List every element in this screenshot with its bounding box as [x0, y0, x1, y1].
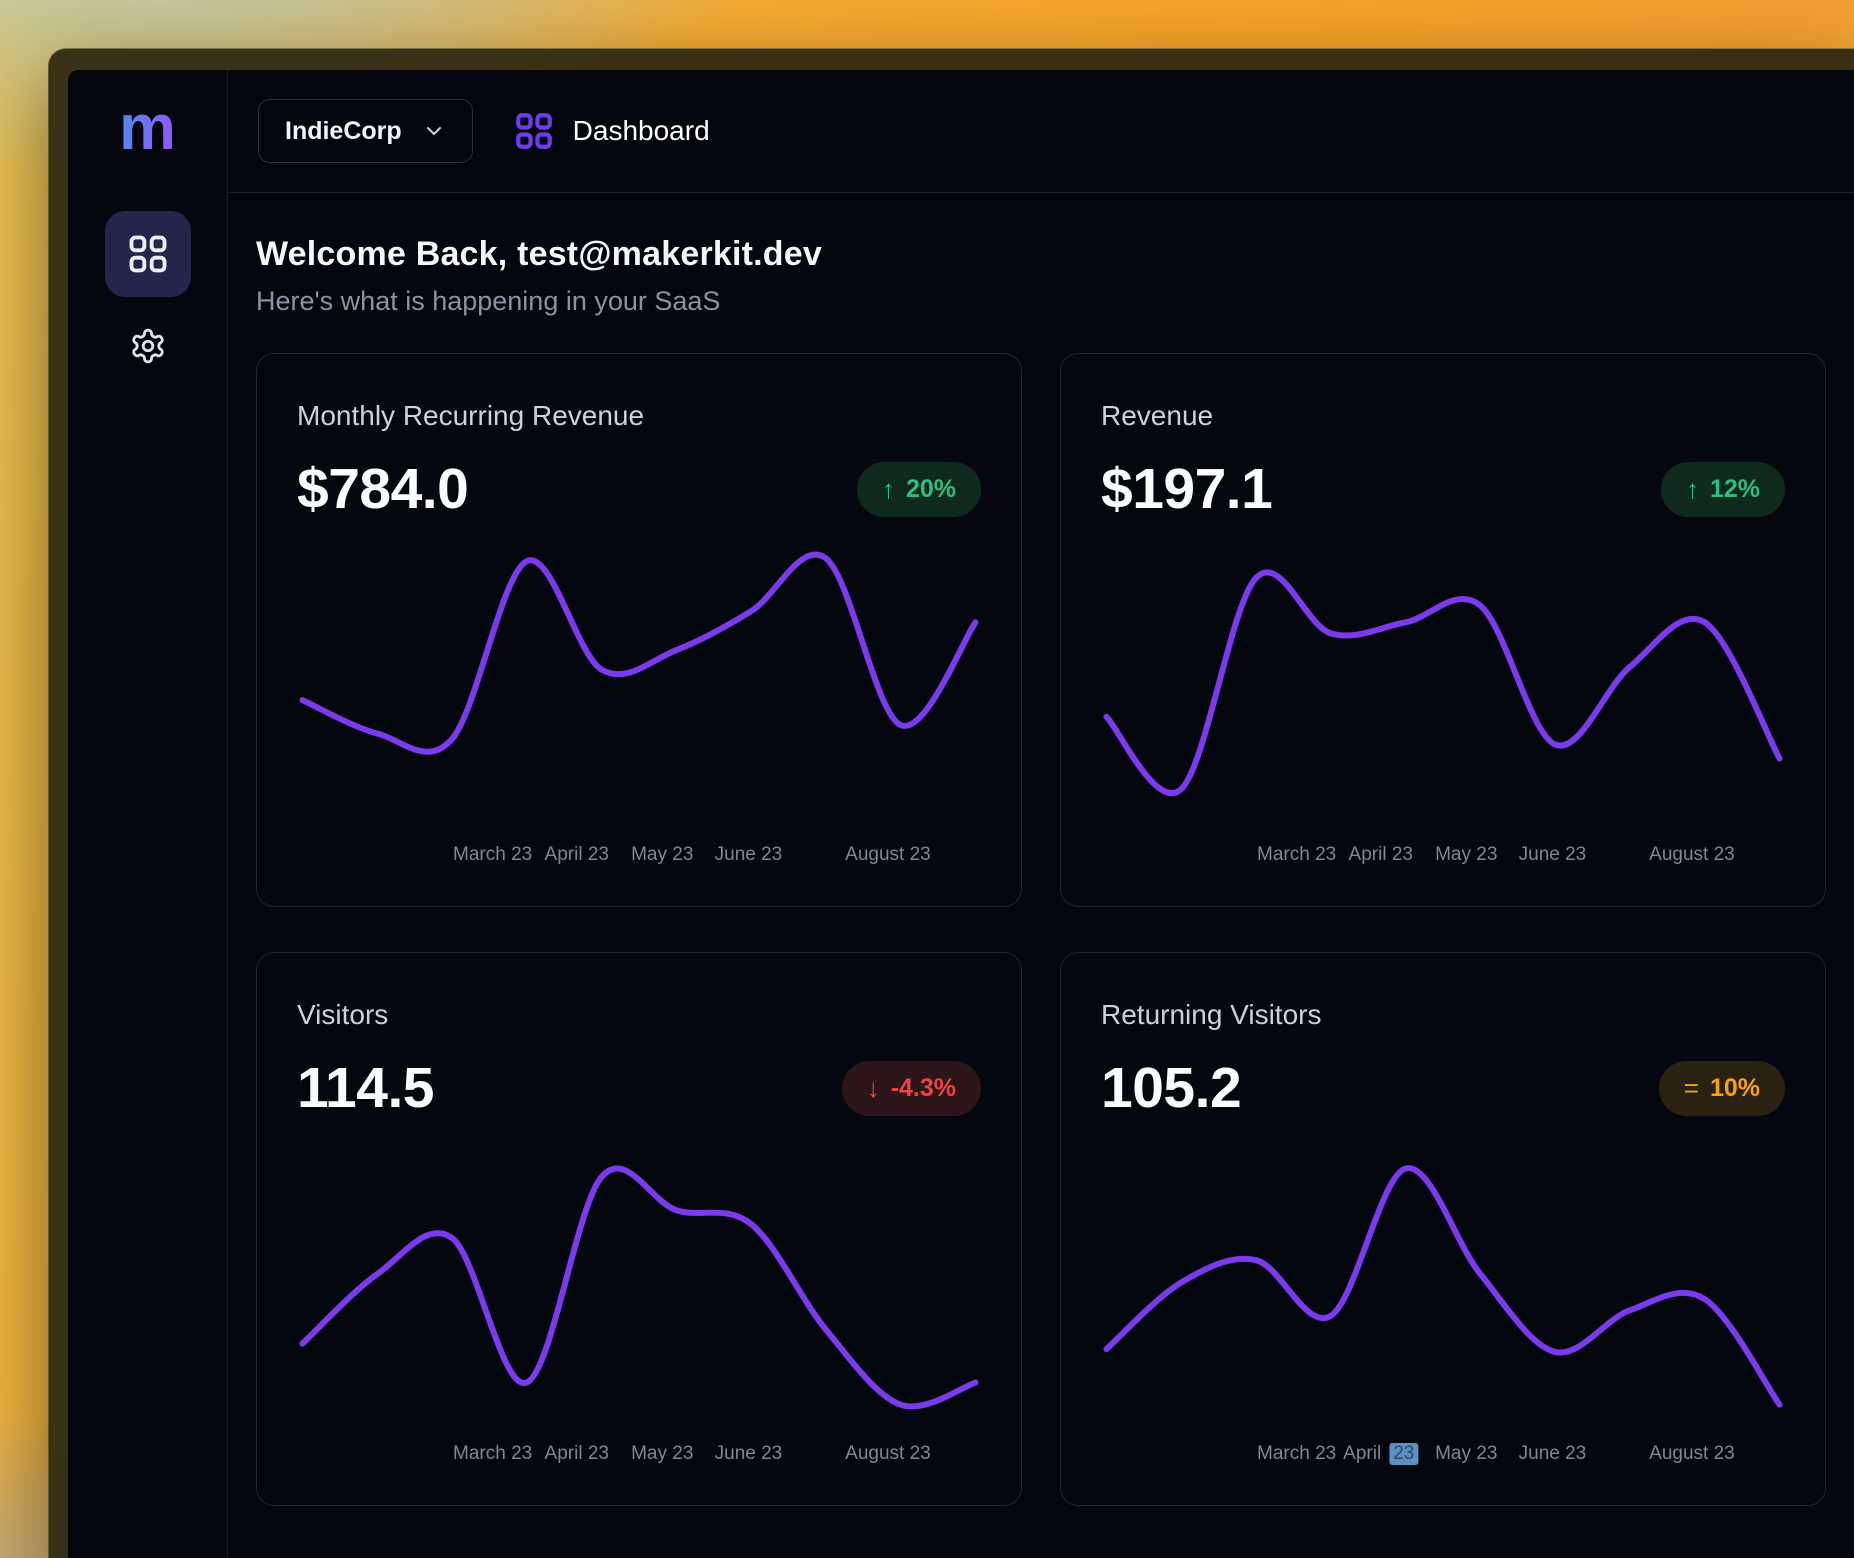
- grid-icon: [126, 232, 170, 276]
- trend-down-icon: ↓: [867, 1075, 880, 1101]
- breadcrumb: Dashboard: [513, 110, 710, 152]
- x-axis-label: August 23: [1649, 1443, 1735, 1465]
- trend-flat-icon: =: [1684, 1075, 1699, 1101]
- dashboard-content: Welcome Back, test@makerkit.dev Here's w…: [228, 193, 1854, 1558]
- card-returning-visitors: Returning Visitors 105.2 = 10% March 23 A…: [1060, 952, 1826, 1506]
- sidebar-item-settings[interactable]: [129, 327, 167, 365]
- trend-badge: ↑ 20%: [857, 462, 981, 517]
- chart-line: [302, 555, 975, 752]
- x-axis-label: April23: [1343, 1443, 1418, 1465]
- trend-badge: ↑ 12%: [1661, 462, 1785, 517]
- app-window: m: [48, 48, 1854, 1558]
- x-axis-label: June 23: [715, 1443, 783, 1465]
- line-chart: [1101, 538, 1785, 840]
- chart-line: [1106, 1168, 1779, 1405]
- value-row: 114.5 ↓ -4.3%: [297, 1055, 981, 1121]
- chart-line: [302, 1169, 975, 1407]
- gear-icon: [129, 327, 167, 365]
- desktop-wallpaper: { "sidebar": { "logo": "m", "items": [ {…: [0, 0, 1854, 1558]
- metric-cards-grid: Monthly Recurring Revenue $784.0 ↑ 20% M…: [256, 353, 1826, 1506]
- trend-badge-label: 20%: [906, 475, 956, 504]
- welcome-subtitle: Here's what is happening in your SaaS: [256, 286, 1826, 317]
- x-axis-label: May 23: [631, 844, 693, 866]
- x-axis-label: May 23: [1435, 844, 1497, 866]
- line-chart: [297, 1137, 981, 1439]
- x-axis: March 23 April 23 May 23 June 23 August 23: [297, 844, 981, 872]
- top-bar: IndieCorp Dashboard: [228, 70, 1854, 193]
- metric-value: 105.2: [1101, 1055, 1241, 1121]
- x-axis-label: March 23: [453, 844, 532, 866]
- x-axis-label: August 23: [845, 844, 931, 866]
- x-axis-label: August 23: [1649, 844, 1735, 866]
- main-area: IndieCorp Dashboard Welcome: [228, 70, 1854, 1558]
- card-visitors: Visitors 114.5 ↓ -4.3% March 23April 23M…: [256, 952, 1022, 1506]
- trend-up-icon: ↑: [882, 476, 895, 502]
- line-chart: [297, 538, 981, 840]
- x-axis-label: March 23: [453, 1443, 532, 1465]
- chevron-down-icon: [422, 119, 446, 143]
- card-title: Returning Visitors: [1101, 999, 1785, 1031]
- metric-value: $197.1: [1101, 456, 1272, 522]
- makerkit-logo: m: [119, 94, 176, 161]
- selected-text-highlight: 23: [1389, 1443, 1418, 1465]
- card-title: Revenue: [1101, 400, 1785, 432]
- trend-badge-label: -4.3%: [891, 1074, 956, 1103]
- x-axis: March 23 April23 May 23 June 23 August 23: [1101, 1443, 1785, 1471]
- sidebar: m: [68, 70, 228, 1558]
- trend-badge: = 10%: [1659, 1061, 1785, 1116]
- trend-badge-label: 12%: [1710, 475, 1760, 504]
- value-row: $197.1 ↑ 12%: [1101, 456, 1785, 522]
- trend-badge: ↓ -4.3%: [842, 1061, 981, 1116]
- metric-value: 114.5: [297, 1055, 434, 1121]
- card-monthly-recurring-revenue: Monthly Recurring Revenue $784.0 ↑ 20% M…: [256, 353, 1022, 907]
- x-axis-label: August 23: [845, 1443, 931, 1465]
- value-row: $784.0 ↑ 20%: [297, 456, 981, 522]
- x-axis-label: May 23: [1435, 1443, 1497, 1465]
- team-selector-label: IndieCorp: [285, 117, 402, 146]
- app-window-content: m: [68, 70, 1854, 1558]
- sidebar-item-dashboard[interactable]: [105, 211, 191, 297]
- x-axis-label: April 23: [1349, 844, 1413, 866]
- x-axis: March 23 April 23 May 23 June 23 August 23: [297, 1443, 981, 1471]
- page-title: Dashboard: [573, 115, 710, 147]
- x-axis-label: April 23: [545, 844, 609, 866]
- card-title: Visitors: [297, 999, 981, 1031]
- x-axis-label: May 23: [631, 1443, 693, 1465]
- chart-line: [1106, 572, 1779, 793]
- card-title: Monthly Recurring Revenue: [297, 400, 981, 432]
- x-axis-label: June 23: [1519, 1443, 1587, 1465]
- metric-value: $784.0: [297, 456, 468, 522]
- x-axis-label: April 23: [545, 1443, 609, 1465]
- x-axis-label: March 23: [1257, 1443, 1336, 1465]
- value-row: 105.2 = 10%: [1101, 1055, 1785, 1121]
- grid-icon: [513, 110, 555, 152]
- trend-badge-label: 10%: [1710, 1074, 1760, 1103]
- x-axis-label: June 23: [1519, 844, 1587, 866]
- x-axis-label: June 23: [715, 844, 783, 866]
- x-axis: March 23 April 23 May 23 June 23 August 23: [1101, 844, 1785, 872]
- trend-up-icon: ↑: [1686, 476, 1699, 502]
- x-axis-label: March 23: [1257, 844, 1336, 866]
- welcome-heading: Welcome Back, test@makerkit.dev: [256, 235, 1826, 274]
- line-chart: [1101, 1137, 1785, 1439]
- team-selector-button[interactable]: IndieCorp: [258, 99, 473, 163]
- card-revenue: Revenue $197.1 ↑ 12% March 23 April 23 May…: [1060, 353, 1826, 907]
